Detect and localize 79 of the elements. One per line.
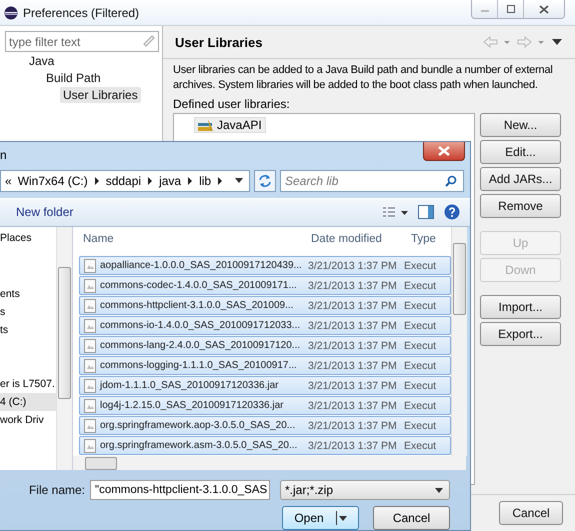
chevron-icon [94,176,100,184]
file-icon [84,358,96,372]
page-title: User Libraries [175,34,262,50]
window-title: Preferences (Filtered) [23,6,140,20]
nav-item[interactable]: work Driv [0,411,56,429]
file-icon [84,258,96,272]
file-icon [84,318,96,332]
chevron-icon [147,176,154,184]
nav-item[interactable]: ents [0,285,56,303]
caret-icon [435,488,443,492]
file-icon [84,278,96,292]
file-icon [84,398,96,412]
column-header[interactable]: Type [407,233,451,245]
chevron-icon [187,176,194,184]
search-icon [445,174,457,186]
maximize-icon [506,5,516,13]
file-type-dropdown[interactable]: *.jar;*.zip [280,480,450,500]
nav-item[interactable]: er is L7507. [0,375,56,393]
scrollbar[interactable] [73,456,466,470]
file-icon [84,438,96,452]
chevron-icon [217,176,224,184]
file-icon [84,338,96,352]
description-text: User libraries can be added to a Java Build path and bundle a number of external archives. System libraries will be added to the boot class path when launched. [173,63,554,93]
view-menu-button[interactable] [382,206,408,218]
action-button[interactable]: Add JARs... [480,167,561,191]
close-icon [438,146,450,156]
tree-item[interactable]: Java [26,52,58,68]
file-row[interactable]: log4j-1.2.15.0_SAS_20100917120336.jar 3/21/2013 1:37 PM Execut [79,396,451,415]
nav-item[interactable]: 4 (C:) [0,393,56,411]
filter-field[interactable]: type filter text [5,31,159,52]
close-icon [539,4,549,14]
file-row[interactable]: commons-logging-1.1.1.0_SAS_20100917... 3/21/2013 1:37 PM Execut [79,356,451,375]
new-folder-button[interactable]: New folder [0,205,74,220]
scrollbar[interactable] [451,227,467,456]
nav-item[interactable]: s [0,303,56,321]
list-label: Defined user libraries: [173,97,291,111]
file-row[interactable]: org.springframework.asm-3.0.5.0_SAS_20... 3/21/2013 1:37 PM Execut [79,436,451,455]
books-icon [198,118,214,132]
dialog-title: n [0,148,7,162]
refresh-button[interactable] [254,170,276,192]
tree-item[interactable]: User Libraries [60,86,141,102]
action-button[interactable]: Remove [480,194,561,218]
eraser-icon [143,35,155,47]
file-row[interactable]: commons-lang-2.4.0.0_SAS_20100917120... 3/21/2013 1:37 PM Execut [79,336,451,355]
tree-item[interactable]: Build Path [43,70,104,86]
caret-icon [338,516,347,520]
menu-icon[interactable] [551,38,563,46]
cancel-button[interactable]: Cancel [373,506,450,530]
preview-pane-button[interactable] [418,205,434,220]
open-button[interactable]: Open [282,506,359,530]
file-row[interactable]: commons-codec-1.4.0.0_SAS_201009171... 3/21/2013 1:37 PM Execut [79,276,451,295]
cancel-button[interactable]: Cancel [499,501,563,525]
refresh-icon [258,174,272,186]
search-field[interactable]: Search lib [280,170,464,192]
file-row[interactable]: aopalliance-1.0.0.0_SAS_20100917120439... 3/21/2013 1:37 PM Execut [79,256,451,275]
action-button[interactable]: New... [480,113,561,137]
action-button[interactable]: Edit... [480,140,561,164]
nav-item[interactable]: ts [0,321,56,339]
library-item[interactable]: JavaAPI [194,117,266,133]
action-button[interactable]: Import... [480,295,561,319]
file-row[interactable]: jdom-1.1.1.0_SAS_20100917120336.jar 3/21/2013 1:37 PM Execut [79,376,451,395]
maximize-button[interactable] [498,0,524,18]
field-label: File name: [28,483,85,497]
file-icon [84,298,96,312]
column-header[interactable]: Date modified [307,233,407,245]
file-row[interactable]: commons-httpclient-3.1.0.0_SAS_201009... 3/21/2013 1:37 PM Execut [79,296,451,315]
nav-item[interactable]: Places [0,229,56,247]
scrollbar[interactable] [56,227,72,470]
file-row[interactable]: commons-io-1.4.0.0_SAS_2010091712033... 3/21/2013 1:37 PM Execut [79,316,451,335]
address-bar[interactable]: « Win7x64 (C:) sddapi java lib [0,170,250,192]
dropdown-icon [235,178,243,183]
file-icon [84,418,96,432]
column-header[interactable]: Name [79,233,307,245]
file-icon [84,378,96,392]
file-name-field[interactable]: "commons-httpclient-3.1.0.0_SAS [90,480,270,500]
help-button[interactable] [444,204,460,220]
action-button[interactable]: Export... [480,322,561,346]
file-row[interactable]: org.springframework.aop-3.0.5.0_SAS_20... 3/21/2013 1:37 PM Execut [79,416,451,435]
close-button[interactable] [423,142,465,161]
